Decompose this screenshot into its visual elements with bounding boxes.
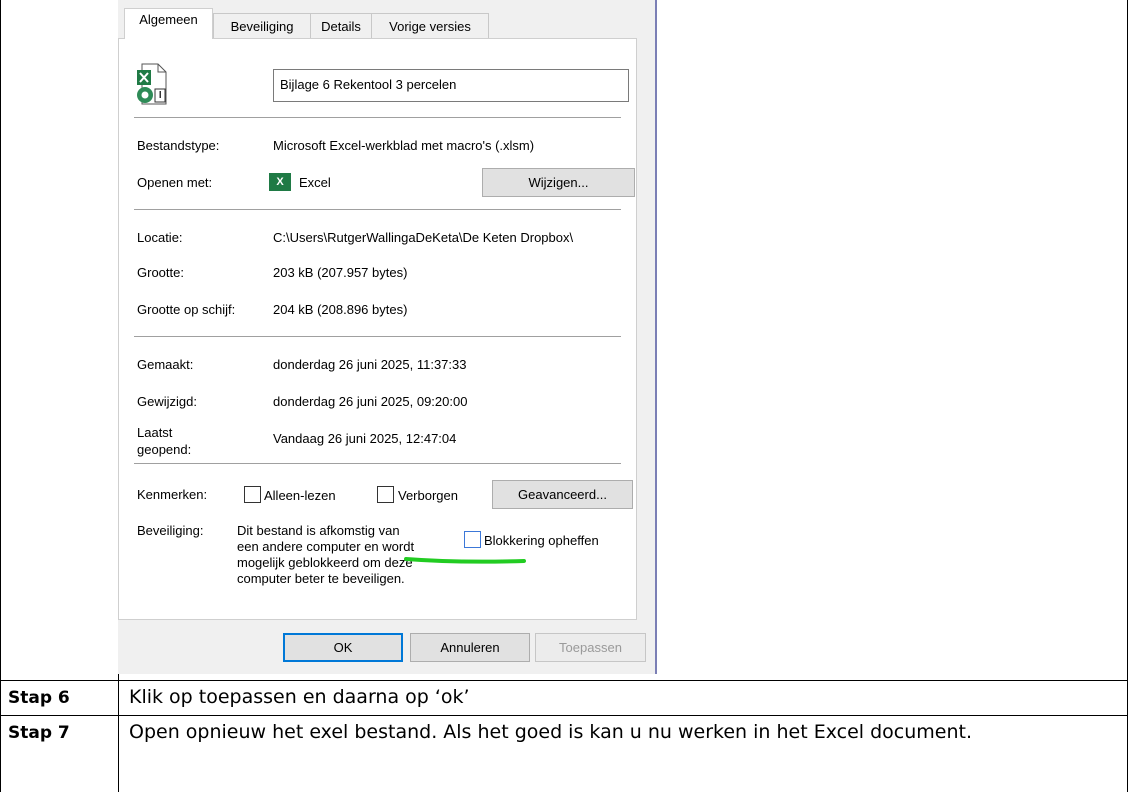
location-value: C:\Users\RutgerWallingaDeKeta\De Keten D… [273, 230, 574, 245]
tab-general[interactable]: Algemeen [124, 8, 213, 39]
security-warning-line4: computer beter te beveiligen. [237, 571, 405, 586]
step-7-label: Stap 7 [8, 723, 70, 743]
accessed-label-line1: Laatst [137, 425, 173, 440]
hidden-checkbox[interactable] [377, 486, 394, 503]
security-warning-line3: mogelijk geblokkeerd om deze [237, 555, 413, 570]
tab-details[interactable]: Details [310, 13, 372, 38]
change-button[interactable]: Wijzigen... [482, 168, 635, 197]
readonly-checkbox-label: Alleen-lezen [264, 488, 336, 503]
readonly-checkbox[interactable] [244, 486, 261, 503]
apply-button[interactable]: Toepassen [535, 633, 646, 662]
tab-security[interactable]: Beveiliging [213, 13, 311, 38]
step-7-text: Open opnieuw het exel bestand. Als het g… [129, 721, 972, 743]
table-row-divider [0, 715, 1128, 716]
file-properties-dialog: Algemeen Beveiliging Details Vorige vers… [118, 0, 657, 674]
opens-with-value: Excel [299, 175, 331, 190]
separator [134, 209, 621, 210]
step-6-label: Stap 6 [8, 688, 70, 708]
tab-previous-versions[interactable]: Vorige versies [371, 13, 489, 38]
opens-with-label: Openen met: [137, 175, 213, 190]
created-label: Gemaakt: [137, 357, 194, 372]
modified-value: donderdag 26 juni 2025, 09:20:00 [273, 394, 468, 409]
size-label: Grootte: [137, 265, 184, 280]
file-type-value: Microsoft Excel-werkblad met macro's (.x… [273, 138, 535, 153]
excel-app-icon: X [269, 173, 291, 191]
table-row-divider [0, 680, 1128, 681]
size-on-disk-label: Grootte op schijf: [137, 302, 236, 317]
excel-macro-file-icon [136, 63, 168, 105]
security-warning-line2: een andere computer en wordt [237, 539, 415, 554]
accessed-label-line2: geopend: [137, 442, 192, 457]
modified-label: Gewijzigd: [137, 394, 197, 409]
attributes-label: Kenmerken: [137, 487, 208, 502]
unblock-checkbox[interactable] [464, 531, 481, 548]
hidden-checkbox-label: Verborgen [398, 488, 458, 503]
location-label: Locatie: [137, 230, 183, 245]
separator [134, 463, 621, 464]
unblock-checkbox-label: Blokkering opheffen [484, 533, 599, 548]
general-panel: Bijlage 6 Rekentool 3 percelen Bestandst… [118, 38, 637, 620]
cancel-button[interactable]: Annuleren [410, 633, 530, 662]
ok-button[interactable]: OK [283, 633, 403, 662]
security-label: Beveiliging: [137, 523, 204, 538]
size-value: 203 kB (207.957 bytes) [273, 265, 408, 280]
accessed-value: Vandaag 26 juni 2025, 12:47:04 [273, 431, 457, 446]
created-value: donderdag 26 juni 2025, 11:37:33 [273, 357, 467, 372]
file-name-field[interactable]: Bijlage 6 Rekentool 3 percelen [273, 69, 629, 102]
separator [134, 336, 621, 337]
advanced-button[interactable]: Geavanceerd... [492, 480, 633, 509]
separator [134, 117, 621, 118]
table-border-right [1127, 0, 1128, 792]
size-on-disk-value: 204 kB (208.896 bytes) [273, 302, 408, 317]
step-6-text: Klik op toepassen en daarna op ‘ok’ [129, 686, 470, 708]
file-type-label: Bestandstype: [137, 138, 220, 153]
green-highlight-mark [403, 553, 528, 565]
security-warning-line1: Dit bestand is afkomstig van [237, 523, 400, 538]
table-border-left [0, 0, 1, 792]
